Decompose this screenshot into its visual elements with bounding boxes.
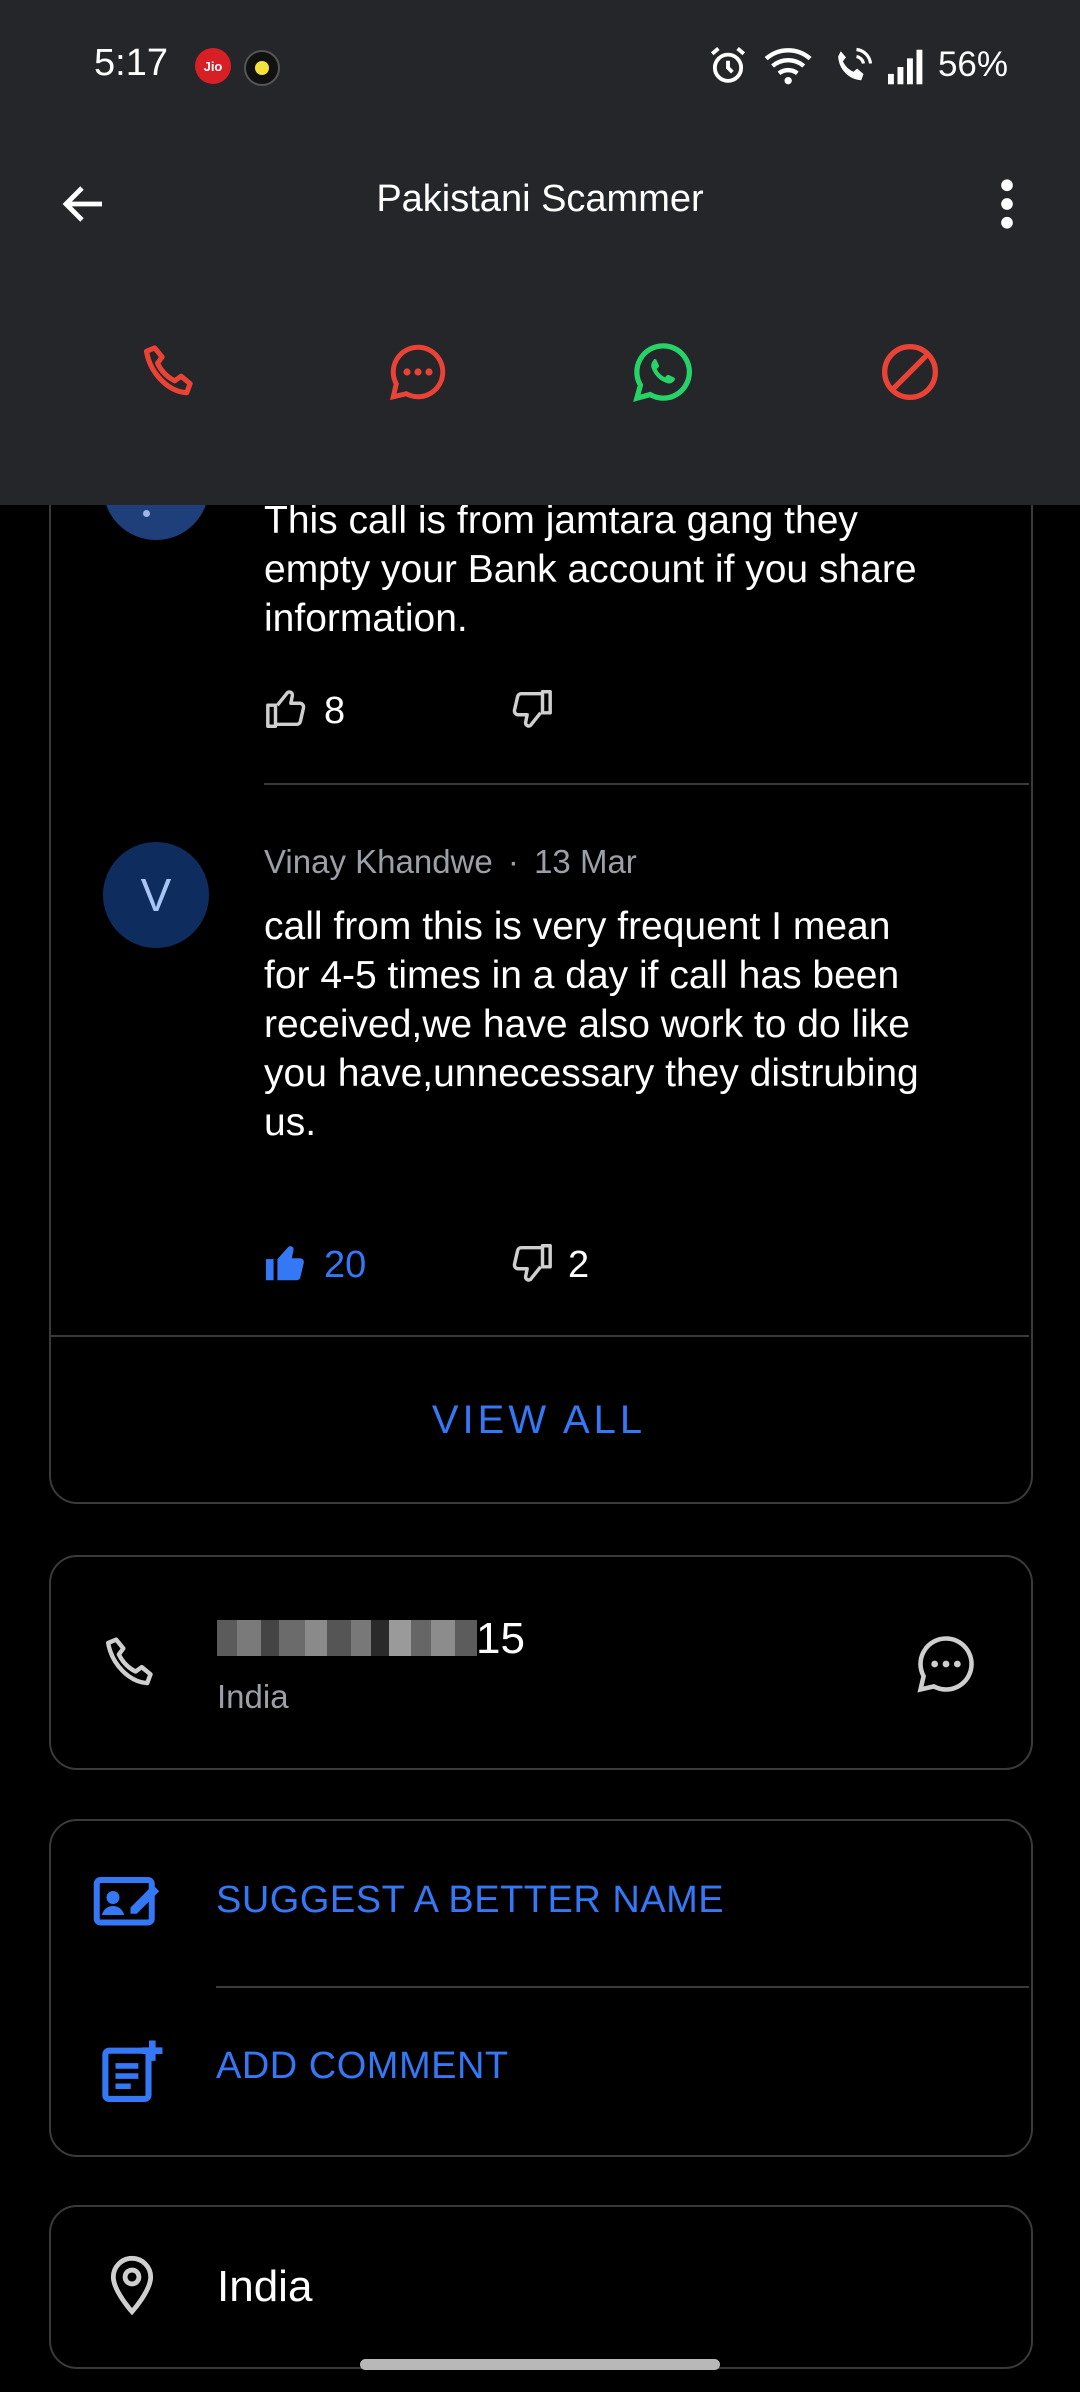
- like-button[interactable]: 8: [264, 686, 345, 737]
- dislike-button[interactable]: [508, 686, 554, 737]
- thumbs-down-outline-icon: [508, 690, 554, 736]
- message-icon: [389, 344, 446, 401]
- add-comment-label: ADD COMMENT: [216, 2045, 509, 2087]
- wifi-calling-icon: [832, 46, 874, 93]
- thumbs-up-outline-icon: [264, 686, 310, 737]
- block-icon: [882, 344, 938, 400]
- call-button[interactable]: [130, 335, 210, 409]
- edit-profile-icon: [93, 1869, 163, 1936]
- page-title: Pakistani Scammer: [376, 178, 704, 220]
- location-pin-icon: [100, 2253, 164, 2322]
- comment-text: call from this is very frequent I mean f…: [264, 905, 919, 1144]
- thumbs-up-filled-icon: [264, 1240, 310, 1291]
- record-indicator-icon: [244, 50, 280, 86]
- location-label: India: [217, 2262, 313, 2311]
- meta-separator: ·: [507, 843, 519, 880]
- message-icon[interactable]: [912, 1630, 980, 1703]
- sms-button[interactable]: [378, 335, 458, 409]
- status-bar: 5:17 Jio 56%: [0, 0, 1080, 135]
- status-time: 5:17: [94, 42, 168, 84]
- dislike-count: 2: [568, 1244, 590, 1286]
- comment-date: 13 Mar: [534, 843, 637, 880]
- comment-divider: [264, 783, 1029, 785]
- jio-icon: Jio: [195, 48, 231, 84]
- number-card: [49, 1555, 1033, 1770]
- whatsapp-icon: [633, 343, 692, 402]
- like-button[interactable]: 20: [264, 1240, 366, 1291]
- gesture-nav-bar[interactable]: [360, 2359, 720, 2370]
- comment-meta: Vinay Khandwe · 13 Mar: [264, 843, 637, 881]
- app-header: 5:17 Jio 56% Pakistani Scammer: [0, 0, 1080, 505]
- suggest-name-label: SUGGEST A BETTER NAME: [216, 1879, 725, 1921]
- phone-icon: [98, 1630, 164, 1701]
- wifi-icon: [764, 44, 816, 93]
- add-note-icon: [101, 2038, 163, 2109]
- jio-label: Jio: [203, 58, 223, 74]
- thumbs-down-outline-icon: [508, 1240, 554, 1291]
- phone-number-suffix: 15: [476, 1614, 525, 1663]
- alarm-icon: [707, 45, 749, 92]
- battery-percent: 56%: [937, 45, 1008, 84]
- suggest-name-row[interactable]: SUGGEST A BETTER NAME: [49, 1819, 1029, 1987]
- more-options-icon[interactable]: [985, 172, 1029, 236]
- location-card: [49, 2205, 1033, 2369]
- block-button[interactable]: [870, 335, 950, 409]
- phone-icon: [143, 345, 193, 396]
- like-count: 8: [324, 690, 346, 732]
- dislike-button[interactable]: 2: [508, 1240, 589, 1291]
- avatar: V: [103, 842, 209, 948]
- number-country: India: [217, 1678, 289, 1715]
- comment-author: Vinay Khandwe: [264, 843, 493, 880]
- whatsapp-button[interactable]: [623, 335, 703, 409]
- card-divider: [49, 1335, 1029, 1337]
- like-count: 20: [324, 1244, 367, 1286]
- add-comment-row[interactable]: ADD COMMENT: [49, 1988, 1029, 2153]
- view-all-button[interactable]: VIEW ALL: [49, 1398, 1029, 1443]
- signal-icon: [886, 48, 928, 91]
- comment-text: This call is from jamtara gang they empt…: [264, 499, 917, 640]
- redacted-number: [217, 1620, 477, 1656]
